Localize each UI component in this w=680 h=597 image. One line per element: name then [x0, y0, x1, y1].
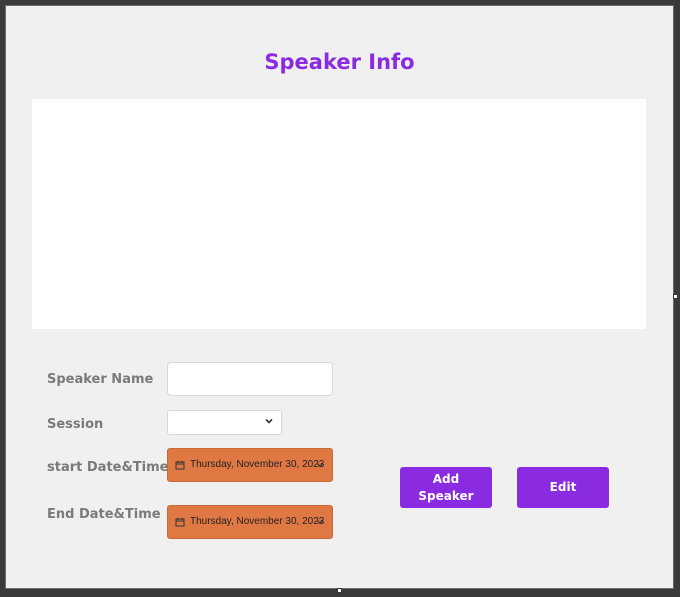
speaker-gallery[interactable]: [32, 99, 646, 329]
end-datetime-label: End Date&Time: [47, 507, 161, 522]
speaker-name-input[interactable]: [167, 362, 333, 396]
end-date-value: Thursday, November 30, 2023: [190, 516, 325, 527]
calendar-icon: [175, 461, 185, 470]
calendar-icon: [175, 518, 185, 527]
speaker-name-label: Speaker Name: [47, 372, 154, 387]
end-date-picker[interactable]: Thursday, November 30, 2023: [167, 505, 333, 539]
start-datetime-label: start Date&Time: [47, 460, 169, 475]
session-dropdown[interactable]: [167, 410, 282, 435]
start-date-picker[interactable]: Thursday, November 30, 2023: [167, 448, 333, 482]
screen-title: Speaker Info: [264, 50, 415, 74]
chevron-down-icon: [265, 418, 273, 424]
screen-canvas: Speaker Info Speaker Name Session start …: [5, 5, 674, 589]
add-speaker-button[interactable]: Add Speaker: [400, 467, 492, 508]
start-date-value: Thursday, November 30, 2023: [190, 459, 325, 470]
resize-handle-right[interactable]: [673, 294, 678, 299]
edit-button[interactable]: Edit: [517, 467, 609, 508]
chevron-down-icon: [317, 520, 323, 525]
resize-handle-bottom[interactable]: [337, 588, 342, 593]
chevron-down-icon: [317, 463, 323, 468]
session-label: Session: [47, 417, 104, 432]
